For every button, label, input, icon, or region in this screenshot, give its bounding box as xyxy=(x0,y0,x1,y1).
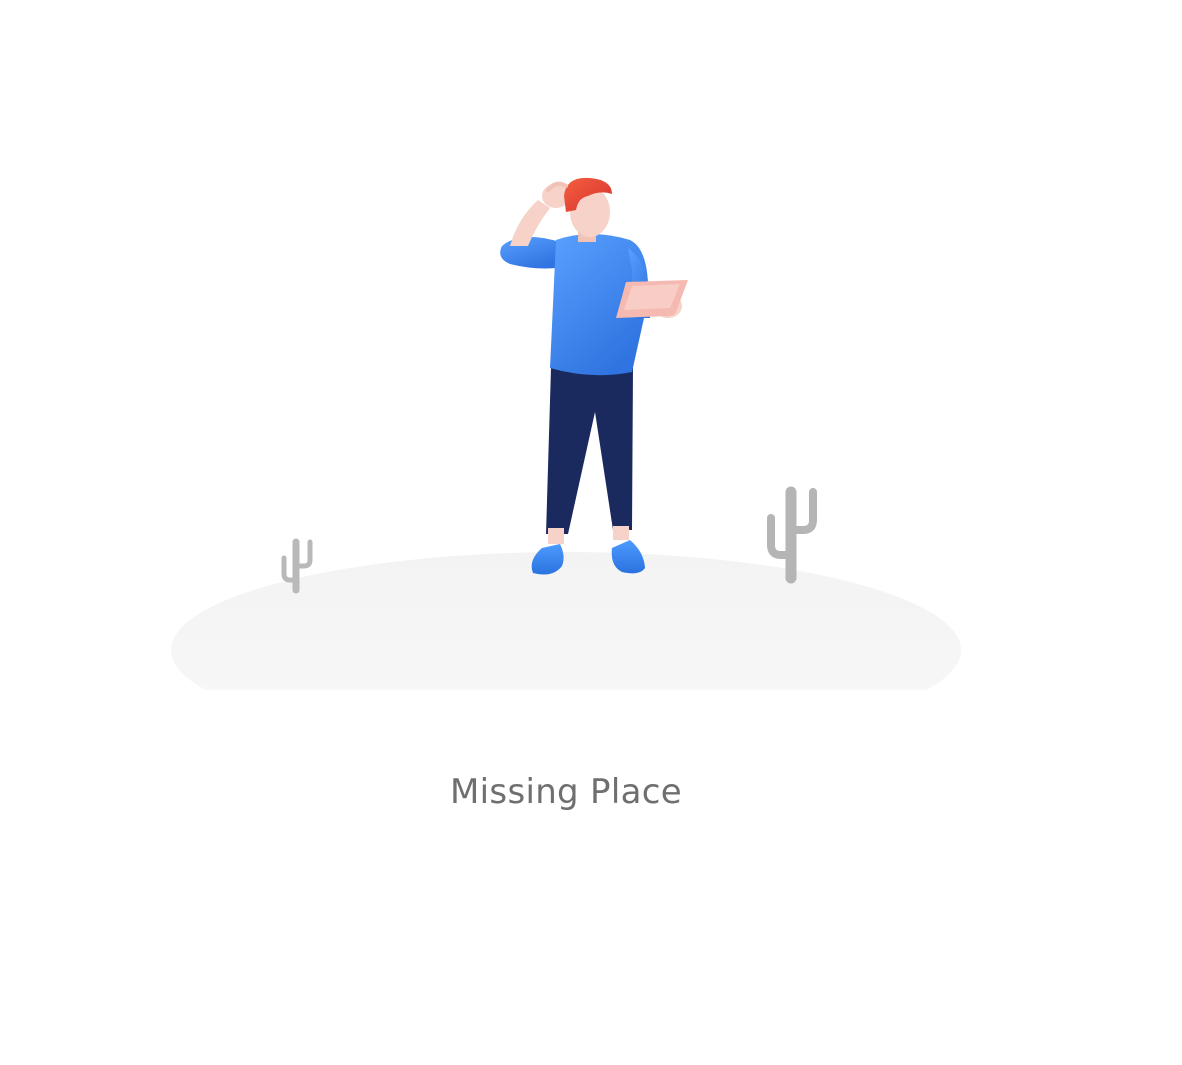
confused-person-icon xyxy=(500,177,688,575)
empty-state-page: Missing Place xyxy=(0,0,1182,1065)
cactus-icon xyxy=(767,486,817,584)
hill-icon xyxy=(150,552,990,760)
missing-place-illustration xyxy=(150,177,990,760)
empty-state-title: Missing Place xyxy=(450,772,682,812)
